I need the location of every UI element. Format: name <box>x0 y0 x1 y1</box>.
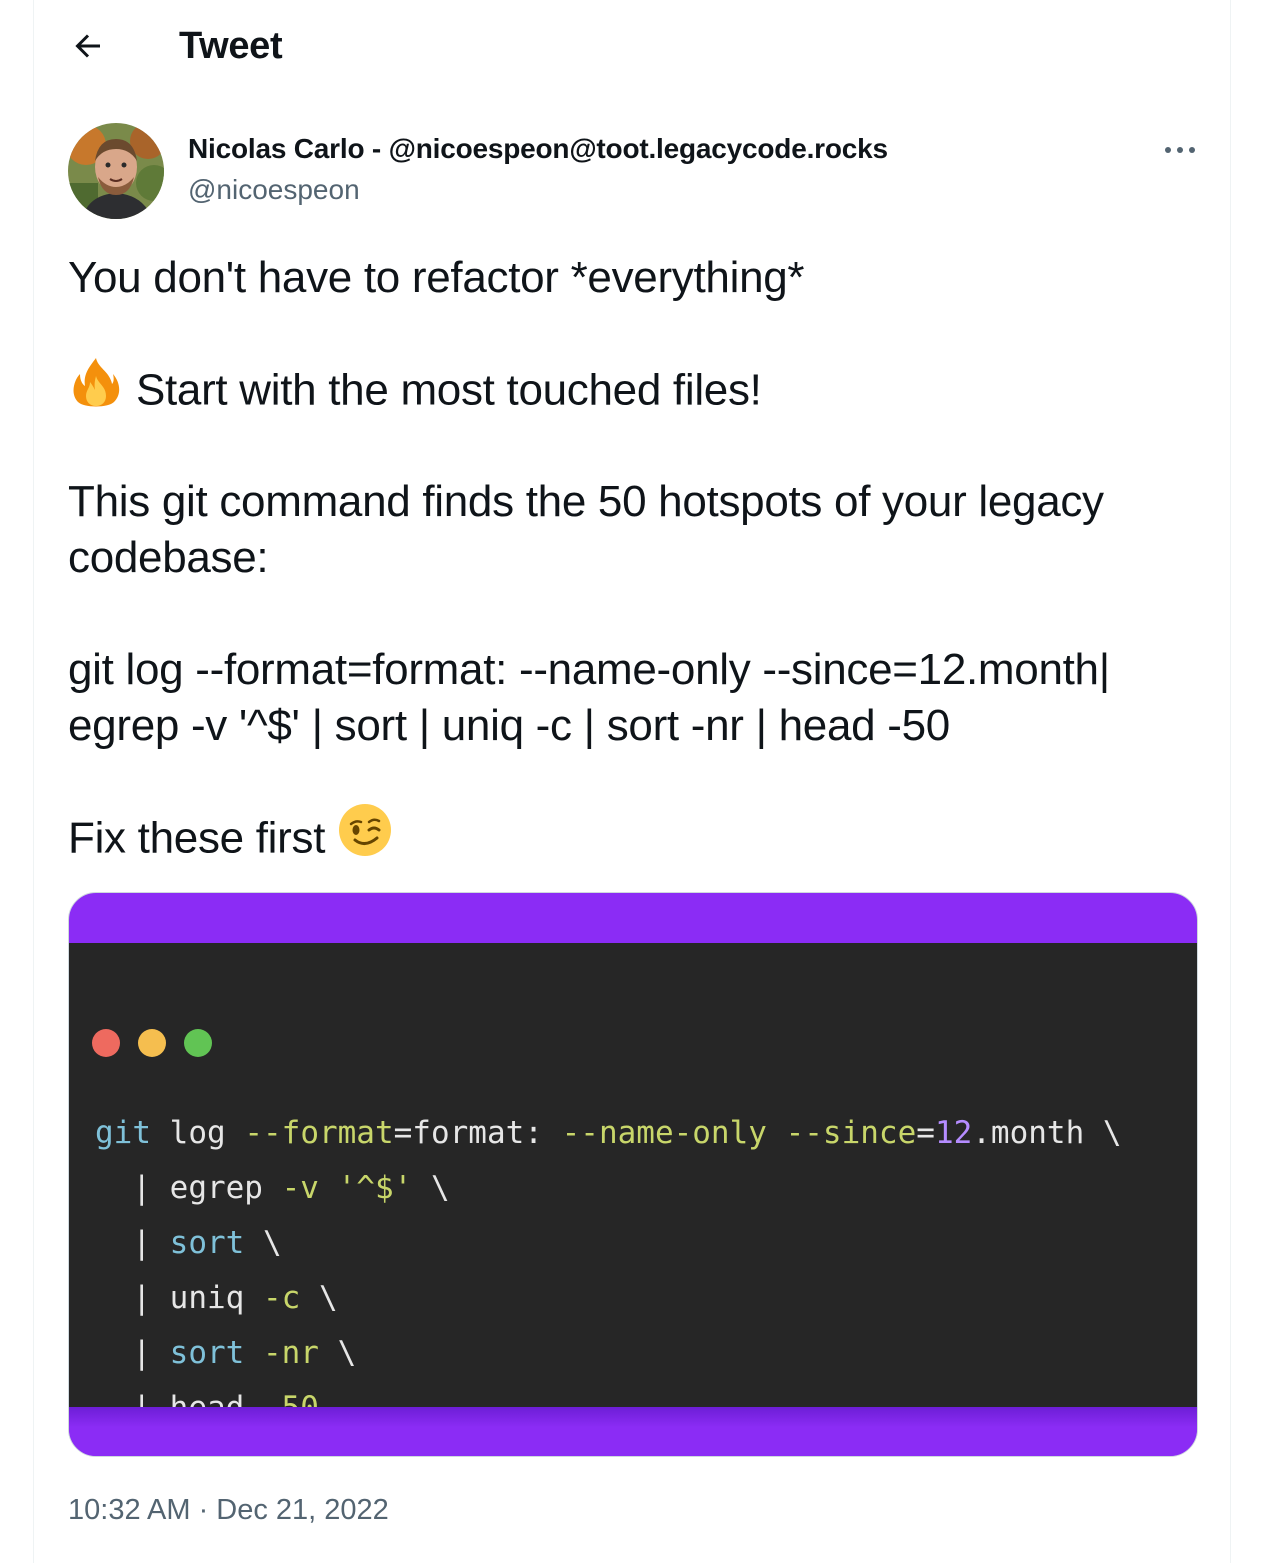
code-token: \ <box>244 1225 282 1261</box>
winking-face-icon <box>337 802 393 872</box>
code-frame-bottom <box>69 1407 1197 1456</box>
code-token: sort <box>169 1225 245 1261</box>
code-token: .month \ <box>972 1115 1122 1151</box>
code-token: =format: <box>393 1115 562 1151</box>
code-token: | uniq <box>95 1280 263 1316</box>
code-token: --since <box>785 1115 917 1151</box>
author-display-name[interactable]: Nicolas Carlo - @nicoespeon@toot.legacyc… <box>188 131 888 167</box>
tweet-line: Fix these first <box>68 804 393 872</box>
code-line: git log --format=format: --name-only --s… <box>95 1113 1122 1153</box>
code-token: '^$' <box>337 1170 413 1206</box>
code-token: --format <box>244 1115 394 1151</box>
code-token: 12 <box>934 1115 973 1151</box>
tweet-line: This git command finds the 50 hotspots o… <box>68 477 1104 526</box>
tweet-line-text: Start with the most touched files! <box>135 365 762 415</box>
tweet-line: codebase: <box>68 533 269 582</box>
tweet-line: egrep -v '^$' | sort | uniq -c | sort -n… <box>68 701 950 750</box>
code-line: | sort \ <box>95 1223 282 1263</box>
code-token: | <box>95 1335 170 1371</box>
avatar-photo <box>68 123 164 219</box>
code-token: \ <box>318 1335 357 1371</box>
code-line: | egrep -v '^$' \ <box>95 1168 450 1208</box>
code-token: log <box>151 1115 245 1151</box>
code-token: \ <box>300 1280 338 1316</box>
code-token: -v <box>281 1170 319 1206</box>
window-close-dot <box>92 1029 120 1057</box>
code-token: -nr <box>262 1335 319 1371</box>
window-minimize-dot <box>138 1029 166 1057</box>
more-options-button[interactable] <box>1158 130 1202 170</box>
avatar[interactable] <box>68 123 164 219</box>
window-maximize-dot <box>184 1029 212 1057</box>
code-token: | egrep <box>95 1170 282 1206</box>
tweet-line: Start with the most touched files! <box>68 358 762 424</box>
tweet-timestamp[interactable]: 10:32 AM · Dec 21, 2022 <box>68 1490 389 1530</box>
tweet-line: git log --format=format: --name-only --s… <box>68 645 1110 694</box>
arrow-left-icon <box>75 34 100 58</box>
code-line: | uniq -c \ <box>95 1278 338 1318</box>
code-line: | sort -nr \ <box>95 1333 356 1373</box>
code-snippet-image[interactable]: git log --format=format: --name-only --s… <box>68 892 1198 1457</box>
page-header: Tweet <box>34 0 1230 92</box>
tweet-line-text: Fix these first <box>68 813 326 863</box>
tweet-line: You don't have to refactor *everything* <box>68 253 805 302</box>
code-token: git <box>95 1115 151 1151</box>
back-button[interactable] <box>66 24 110 68</box>
fire-icon <box>68 354 124 424</box>
code-token: sort <box>169 1335 245 1371</box>
code-token: -c <box>262 1280 301 1316</box>
tweet-detail-column: Tweet Nicolas Carlo - @nicoespeon@toot.l… <box>33 0 1231 1563</box>
page-title: Tweet <box>179 25 283 67</box>
code-window: git log --format=format: --name-only --s… <box>69 943 1197 1426</box>
code-token: = <box>916 1115 935 1151</box>
code-token: \ <box>412 1170 450 1206</box>
code-token: | <box>95 1225 170 1261</box>
author-handle[interactable]: @nicoespeon <box>188 172 360 208</box>
more-options-icon <box>1165 147 1195 153</box>
code-token: --name-only <box>561 1115 767 1151</box>
